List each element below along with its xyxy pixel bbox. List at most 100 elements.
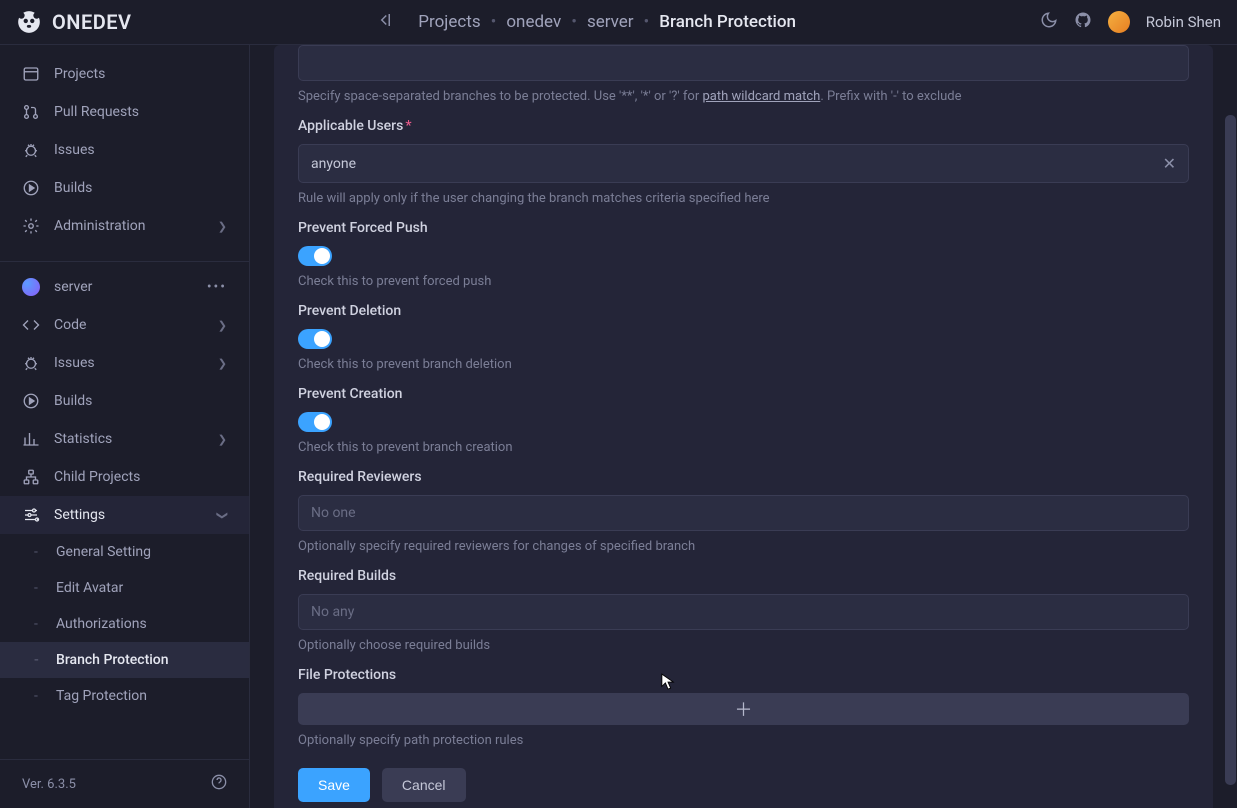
version-text: Ver. 6.3.5 xyxy=(22,777,76,792)
more-icon[interactable]: ••• xyxy=(207,279,227,295)
chevron-right-icon: ❯ xyxy=(218,433,227,446)
sidebar-sub-label: Edit Avatar xyxy=(56,580,123,596)
play-icon xyxy=(22,392,40,410)
prevent-creation-help: Check this to prevent branch creation xyxy=(298,440,1189,455)
sidebar-sub-label: General Setting xyxy=(56,544,151,560)
prevent-creation-toggle[interactable] xyxy=(298,412,332,432)
required-builds-help: Optionally choose required builds xyxy=(298,638,1189,653)
sidebar-sub-branch-protection[interactable]: - Branch Protection xyxy=(0,642,249,678)
github-icon[interactable] xyxy=(1074,11,1092,33)
sidebar-item-project-issues[interactable]: Issues ❯ xyxy=(0,344,249,382)
required-builds-placeholder: No any xyxy=(311,604,354,620)
sidebar-item-projects[interactable]: Projects xyxy=(0,55,249,93)
sidebar-item-label: Statistics xyxy=(54,431,112,447)
avatar[interactable] xyxy=(1108,11,1130,33)
theme-toggle-icon[interactable] xyxy=(1040,11,1058,33)
scrollbar-track xyxy=(1224,45,1237,808)
applicable-users-label: Applicable Users* xyxy=(298,118,1189,134)
chevron-right-icon: ❯ xyxy=(218,319,227,332)
sidebar-item-issues[interactable]: Issues xyxy=(0,131,249,169)
sidebar-sub-general[interactable]: - General Setting xyxy=(0,534,249,570)
breadcrumb-onedev[interactable]: onedev xyxy=(506,12,561,32)
file-protections-help: Optionally specify path protection rules xyxy=(298,733,1189,748)
branches-help: Specify space-separated branches to be p… xyxy=(298,89,1189,104)
sidebar-item-child-projects[interactable]: Child Projects xyxy=(0,458,249,496)
projects-icon xyxy=(22,65,40,83)
sidebar-item-label: Child Projects xyxy=(54,469,140,485)
dash-icon: - xyxy=(34,544,42,560)
sidebar-sub-tag-protection[interactable]: - Tag Protection xyxy=(0,678,249,706)
divider xyxy=(0,261,249,262)
dash-icon: - xyxy=(34,580,42,596)
prevent-creation-label: Prevent Creation xyxy=(298,386,1189,402)
sidebar-toggle-icon[interactable] xyxy=(375,11,393,33)
required-builds-label: Required Builds xyxy=(298,568,1189,584)
main-content: Specify space-separated branches to be p… xyxy=(250,45,1237,808)
breadcrumb-sep: • xyxy=(571,12,577,32)
dash-icon: - xyxy=(34,616,42,632)
sidebar-project-header[interactable]: server ••• xyxy=(0,268,249,306)
sidebar-item-statistics[interactable]: Statistics ❯ xyxy=(0,420,249,458)
chevron-down-icon: ❯ xyxy=(216,510,229,519)
sidebar-item-code[interactable]: Code ❯ xyxy=(0,306,249,344)
sitemap-icon xyxy=(22,468,40,486)
save-button[interactable]: Save xyxy=(298,768,370,802)
breadcrumb-projects[interactable]: Projects xyxy=(418,12,480,32)
wildcard-link[interactable]: path wildcard match xyxy=(702,89,820,104)
breadcrumb: Projects • onedev • server • Branch Prot… xyxy=(418,12,796,32)
dash-icon: - xyxy=(34,652,42,668)
sidebar-item-settings[interactable]: Settings ❯ xyxy=(0,496,249,534)
required-reviewers-label: Required Reviewers xyxy=(298,469,1189,485)
sidebar-item-builds[interactable]: Builds xyxy=(0,169,249,207)
sidebar-sub-label: Tag Protection xyxy=(56,688,147,704)
sidebar-item-project-builds[interactable]: Builds xyxy=(0,382,249,420)
username[interactable]: Robin Shen xyxy=(1146,13,1221,31)
sidebar-item-administration[interactable]: Administration ❯ xyxy=(0,207,249,245)
required-reviewers-input[interactable]: No one xyxy=(298,495,1189,531)
dash-icon: - xyxy=(34,688,42,704)
help-icon[interactable] xyxy=(211,774,227,794)
required-reviewers-placeholder: No one xyxy=(311,505,356,521)
prevent-deletion-toggle[interactable] xyxy=(298,329,332,349)
brand-logo[interactable]: ONEDEV xyxy=(16,9,132,35)
sidebar-item-pull-requests[interactable]: Pull Requests xyxy=(0,93,249,131)
sidebar: Projects Pull Requests Issues Builds Adm… xyxy=(0,45,250,808)
bug-icon xyxy=(22,141,40,159)
branches-input[interactable] xyxy=(298,45,1189,81)
sidebar-item-label: Issues xyxy=(54,355,95,371)
panda-icon xyxy=(16,9,42,35)
sidebar-item-label: Settings xyxy=(54,507,105,523)
cancel-button[interactable]: Cancel xyxy=(382,768,466,802)
prevent-forced-push-help: Check this to prevent forced push xyxy=(298,274,1189,289)
applicable-users-input[interactable]: anyone ✕ xyxy=(298,144,1189,183)
sidebar-sub-edit-avatar[interactable]: - Edit Avatar xyxy=(0,570,249,606)
breadcrumb-sep: • xyxy=(644,12,650,32)
play-icon xyxy=(22,179,40,197)
sidebar-item-label: Builds xyxy=(54,393,92,409)
breadcrumb-server[interactable]: server xyxy=(587,12,634,32)
project-name: server xyxy=(54,279,92,295)
prevent-forced-push-toggle[interactable] xyxy=(298,246,332,266)
file-protections-label: File Protections xyxy=(298,667,1189,683)
chart-icon xyxy=(22,430,40,448)
scrollbar-thumb[interactable] xyxy=(1225,115,1236,785)
sidebar-item-label: Builds xyxy=(54,180,92,196)
chevron-right-icon: ❯ xyxy=(218,357,227,370)
breadcrumb-current: Branch Protection xyxy=(659,12,796,32)
chevron-right-icon: ❯ xyxy=(218,220,227,233)
sidebar-item-label: Pull Requests xyxy=(54,104,139,120)
bug-icon xyxy=(22,354,40,372)
prevent-deletion-label: Prevent Deletion xyxy=(298,303,1189,319)
clear-icon[interactable]: ✕ xyxy=(1163,154,1176,173)
gear-icon xyxy=(22,217,40,235)
applicable-users-help: Rule will apply only if the user changin… xyxy=(298,191,1189,206)
sliders-icon xyxy=(22,506,40,524)
pull-request-icon xyxy=(22,103,40,121)
required-reviewers-help: Optionally specify required reviewers fo… xyxy=(298,539,1189,554)
sidebar-item-label: Code xyxy=(54,317,86,333)
sidebar-sub-authorizations[interactable]: - Authorizations xyxy=(0,606,249,642)
applicable-users-value: anyone xyxy=(311,156,356,172)
project-icon xyxy=(22,278,40,296)
add-file-protection-button[interactable]: ＋ xyxy=(298,693,1189,725)
required-builds-input[interactable]: No any xyxy=(298,594,1189,630)
